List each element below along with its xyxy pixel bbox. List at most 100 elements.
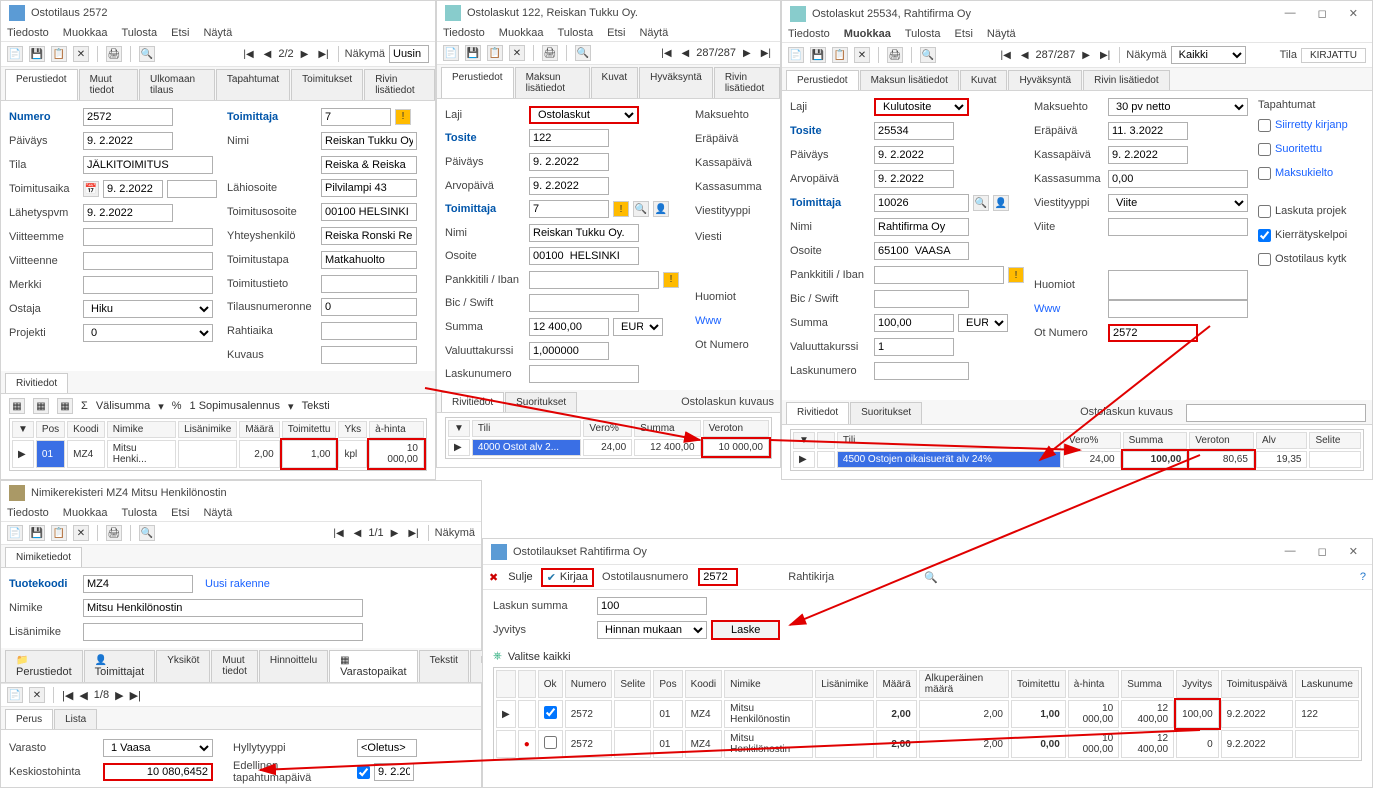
maximize-icon[interactable]: ◻ [1312, 5, 1333, 22]
col-alku[interactable]: Alkuperäinen määrä [919, 670, 1009, 698]
first-icon[interactable]: |◀ [62, 689, 73, 702]
col-selite[interactable]: Selite [614, 670, 651, 698]
c-lisa[interactable] [815, 700, 874, 728]
warning-icon[interactable]: ! [1008, 267, 1024, 283]
c-summa[interactable]: 12 400,00 [1121, 700, 1174, 728]
cell-summa[interactable]: 12 400,00 [634, 439, 700, 456]
chk-laskuta[interactable] [1258, 205, 1271, 218]
input-pankki[interactable] [874, 266, 1004, 284]
c-toimi[interactable]: 1,00 [1011, 700, 1066, 728]
cell-alv[interactable]: 19,35 [1256, 451, 1308, 468]
menu-etsi[interactable]: Etsi [607, 27, 625, 39]
col-pos[interactable]: Pos [653, 670, 682, 698]
col-vero[interactable]: Vero% [583, 420, 632, 437]
first-icon[interactable]: |◀ [658, 46, 674, 61]
tab-rivin[interactable]: Rivin lisätiedot [1083, 70, 1169, 90]
grid3-icon[interactable]: ▦ [57, 398, 73, 414]
cell-tili[interactable]: 4000 Ostot alv 2... [472, 439, 582, 456]
c-pos[interactable]: 01 [653, 700, 682, 728]
input-summa[interactable] [874, 314, 954, 332]
c-lisa[interactable] [815, 730, 874, 758]
col-tili[interactable]: Tili [837, 432, 1061, 449]
input-arvopv[interactable] [874, 170, 954, 188]
save-icon[interactable]: 💾 [465, 45, 481, 61]
prev-icon[interactable]: ◀ [1018, 48, 1032, 63]
sopimus-lbl[interactable]: 1 Sopimusalennus [190, 400, 281, 412]
link-uusi[interactable]: Uusi rakenne [205, 578, 270, 590]
col-maara[interactable]: Määrä [876, 670, 916, 698]
c-nimike[interactable]: Mitsu Henkilönostin [724, 700, 813, 728]
input-nimi[interactable] [321, 132, 417, 150]
input-paivays[interactable] [83, 132, 173, 150]
tab-perus[interactable]: Perus [5, 709, 53, 729]
link-www[interactable]: Www [695, 315, 721, 327]
first-icon[interactable]: |◀ [998, 48, 1014, 63]
tab-rivitiedot[interactable]: Rivitiedot [441, 392, 504, 412]
input-viitteemme[interactable] [83, 228, 213, 246]
tab-rivin[interactable]: Rivin lisätiedot [364, 69, 435, 100]
menu-muokkaa[interactable]: Muokkaa [63, 27, 108, 39]
tab-hyvaksynta[interactable]: Hyväksyntä [1008, 70, 1082, 90]
col-selite[interactable]: Selite [1309, 432, 1361, 449]
menu-etsi[interactable]: Etsi [171, 507, 189, 519]
person-icon[interactable]: 👤 [653, 201, 669, 217]
select-ostaja[interactable]: Hiku [83, 300, 213, 318]
lines-grid[interactable]: ▼ Tili Vero% Summa Veroton ▶ 4000 Ostot … [445, 417, 772, 459]
search-icon[interactable]: 🔍 [139, 525, 155, 541]
save-icon[interactable]: 💾 [29, 46, 45, 62]
laske-button[interactable]: Laske [711, 620, 780, 640]
c-jyvitys[interactable]: 100,00 [1176, 700, 1219, 728]
col-koodi[interactable]: Koodi [685, 670, 723, 698]
grid-icon[interactable]: ▦ [9, 398, 25, 414]
col-alv[interactable]: Alv [1256, 432, 1308, 449]
delete-icon[interactable]: ✕ [73, 46, 89, 62]
grid2-icon[interactable]: ▦ [33, 398, 49, 414]
c-ahinta[interactable]: 10 000,00 [1068, 730, 1119, 758]
input-edellinen[interactable] [374, 763, 414, 781]
c-maara[interactable]: 2,00 [876, 700, 916, 728]
search2-icon[interactable]: 🔍 [973, 195, 989, 211]
col-koodi[interactable]: Koodi [67, 421, 105, 438]
col-jyvitys[interactable]: Jyvitys [1176, 670, 1219, 698]
chk-ostotilaus[interactable] [1258, 253, 1271, 266]
input-kuvaus[interactable] [1186, 404, 1366, 422]
next-icon[interactable]: ▶ [1079, 48, 1093, 63]
input-toimaika2[interactable] [167, 180, 217, 198]
input-toimittaja[interactable] [321, 108, 391, 126]
c-laskunum[interactable]: 122 [1295, 700, 1359, 728]
dropdown-icon[interactable]: ▾ [158, 400, 164, 413]
menu-tiedosto[interactable]: Tiedosto [788, 28, 830, 40]
input-numero[interactable] [83, 108, 173, 126]
menubar[interactable]: Tiedosto Muokkaa Tulosta Etsi Näytä [1, 505, 481, 521]
input-lisanimike[interactable] [83, 623, 363, 641]
input-valk[interactable] [529, 342, 609, 360]
input-merkki[interactable] [83, 276, 213, 294]
prev-icon[interactable]: ◀ [261, 47, 275, 62]
table-row[interactable]: ▶ 2572 01 MZ4 Mitsu Henkilönostin 2,00 2… [496, 700, 1359, 728]
pager[interactable]: |◀ ◀ 2/2 ▶ ▶| Näkymä [240, 45, 429, 63]
input-kassapv[interactable] [1108, 146, 1188, 164]
new-icon[interactable]: 📄 [7, 687, 23, 703]
copy-icon[interactable]: 📋 [832, 47, 848, 63]
input-keski[interactable] [103, 763, 213, 781]
col-nimike[interactable]: Nimike [724, 670, 813, 698]
cell-vero[interactable]: 24,00 [1063, 451, 1121, 468]
dropdown2-icon[interactable]: ▾ [288, 400, 294, 413]
sel-varasto[interactable]: 1 Vaasa [103, 739, 213, 757]
copy-icon[interactable]: 📋 [487, 45, 503, 61]
col-lisa[interactable]: Lisänimike [815, 670, 874, 698]
menubar[interactable]: Tiedosto Muokkaa Tulosta Etsi Näytä [1, 25, 435, 41]
teksti-lbl[interactable]: Teksti [302, 400, 330, 412]
close-icon[interactable]: ✕ [1343, 543, 1364, 560]
input-bic[interactable] [874, 290, 969, 308]
chk-suoritettu[interactable] [1258, 143, 1271, 156]
last-icon[interactable]: ▶| [758, 46, 774, 61]
cell-ahinta[interactable]: 10 000,00 [369, 440, 424, 468]
tab-nimiketiedot[interactable]: Nimiketiedot [5, 547, 82, 567]
input-nimi[interactable] [874, 218, 969, 236]
menu-nayta[interactable]: Näytä [639, 27, 668, 39]
menubar[interactable]: Tiedosto Muokkaa Tulosta Etsi Näytä [437, 25, 780, 41]
cell-summa[interactable]: 100,00 [1123, 451, 1188, 468]
input-kassasum[interactable] [1108, 170, 1248, 188]
col-veroton[interactable]: Veroton [1189, 432, 1254, 449]
